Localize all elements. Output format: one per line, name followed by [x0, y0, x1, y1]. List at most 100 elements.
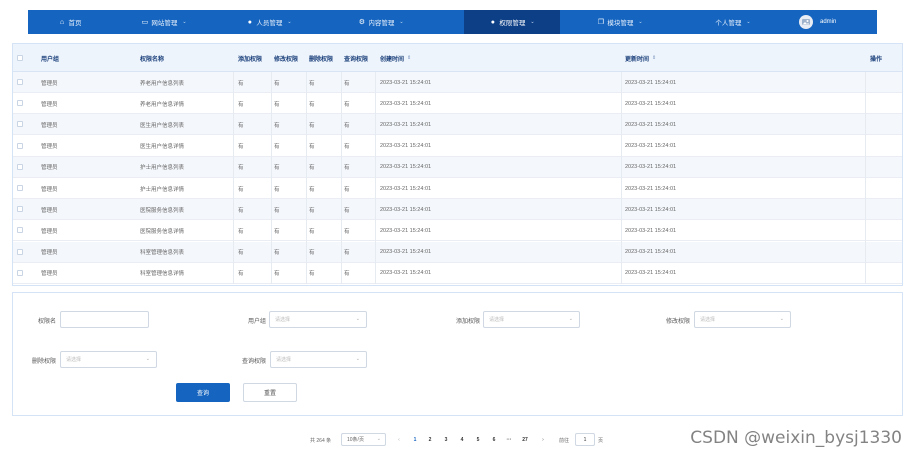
page-number[interactable]: 6	[489, 433, 499, 446]
cell-updated: 2023-03-21 15:24:01	[625, 227, 677, 234]
nav-item[interactable]: ⌂ 首页	[28, 10, 112, 34]
page-number[interactable]: 2	[425, 433, 435, 446]
cell-created: 2023-03-21 15:24:01	[380, 270, 432, 277]
table-row[interactable]: 管理员 科室管理信息详情 有 有 有 有 2023-03-21 15:24:01 2023-0…	[13, 263, 902, 284]
row-checkbox[interactable]	[17, 269, 23, 276]
nav-item-label: 模块管理	[607, 20, 634, 27]
goto-label: 前往	[559, 437, 570, 444]
table-row[interactable]: 管理员 养老用户信息详情 有 有 有 有 2023-03-21 15:24:01 2023-0…	[13, 93, 902, 115]
cell-perm-name: 医生用户信息列表	[140, 122, 185, 129]
table-row[interactable]: 管理员 医院服务信息详情 有 有 有 有 2023-03-21 15:24:01 2023-0…	[13, 220, 902, 242]
query-button[interactable]: 查询	[176, 383, 230, 402]
table-row[interactable]: 管理员 医生用户信息详情 有 有 有 有 2023-03-21 15:24:01 2023-0…	[13, 136, 902, 157]
page-number[interactable]: 4	[457, 433, 467, 446]
nav-item[interactable]: ● 权限管理 ⌄	[464, 10, 560, 34]
table-row[interactable]: 管理员 护士用户信息详情 有 有 有 有 2023-03-21 15:24:01 2023-0…	[13, 178, 902, 199]
goto-suffix: 页	[598, 437, 604, 444]
cell-add: 有	[238, 207, 244, 214]
cell-perm-name: 护士用户信息详情	[140, 186, 185, 193]
chevron-down-icon: ⌄	[182, 19, 187, 25]
cell-created: 2023-03-21 15:24:01	[380, 185, 432, 192]
cell-query: 有	[344, 80, 350, 87]
avatar[interactable]	[799, 15, 813, 29]
page-number[interactable]: 5	[473, 433, 483, 446]
row-checkbox[interactable]	[17, 206, 23, 213]
cell-created: 2023-03-21 15:24:01	[380, 100, 432, 107]
gear-icon: ⚙	[358, 18, 366, 26]
nav-item[interactable]: ⚙ 内容管理 ⌄	[326, 10, 436, 34]
perm-name-label: 权限名	[37, 319, 56, 325]
cell-user-group: 管理员	[41, 207, 58, 214]
edit-perm-select[interactable]: 请选择 ⌄	[694, 311, 791, 328]
watermark-text: CSDN @weixin_bysj1330	[690, 428, 902, 448]
row-checkbox[interactable]	[17, 142, 23, 149]
page-number[interactable]: 1	[410, 433, 420, 446]
sort-icon[interactable]: ⇕	[652, 55, 656, 61]
cell-updated: 2023-03-21 15:24:01	[625, 185, 677, 192]
nav-item[interactable]: ● 人员管理 ⌄	[218, 10, 320, 34]
delete-perm-select[interactable]: 请选择 ⌄	[60, 351, 157, 368]
cell-user-group: 管理员	[41, 144, 58, 151]
cell-user-group: 管理员	[41, 80, 58, 87]
top-navigation: ⌂ 首页 ▭ 网站管理 ⌄ ● 人员管理 ⌄ ⚙ 内容管理 ⌄ ● 权限管理 ⌄ ❐ 模块管理 ⌄ 个人管理 ⌄ ad…	[0, 0, 917, 34]
cell-user-group: 管理员	[41, 271, 58, 278]
cell-edit: 有	[274, 250, 280, 257]
cell-edit: 有	[274, 165, 280, 172]
header-updated-label: 更新时间	[625, 56, 650, 63]
table-row[interactable]: 管理员 护士用户信息列表 有 有 有 有 2023-03-21 15:24:01 2023-0…	[13, 156, 902, 178]
user-group-select[interactable]: 请选择 ⌄	[269, 311, 367, 328]
query-perm-select[interactable]: 请选择 ⌄	[270, 351, 367, 368]
goto-page-input[interactable]: 1	[575, 433, 595, 446]
row-checkbox[interactable]	[17, 163, 23, 170]
chevron-down-icon: ⌄	[355, 316, 360, 322]
page-number[interactable]: 27	[520, 433, 530, 446]
table-row[interactable]: 管理员 医生用户信息列表 有 有 有 有 2023-03-21 15:24:01 2023-0…	[13, 114, 902, 136]
nav-item-label: 内容管理	[368, 20, 395, 27]
cell-perm-name: 医院服务信息列表	[140, 207, 185, 214]
cell-add: 有	[238, 101, 244, 108]
page-size-value: 10条/页	[347, 437, 364, 443]
page-ellipsis[interactable]: ···	[504, 433, 514, 446]
sort-icon[interactable]: ⇕	[407, 55, 411, 61]
page-size-select[interactable]: 10条/页 ⌄	[341, 433, 386, 446]
header-user-group: 用户组	[41, 56, 60, 63]
nav-item[interactable]: ❐ 模块管理 ⌄	[566, 10, 674, 34]
nav-item[interactable]: 个人管理 ⌄	[678, 10, 788, 34]
page-number[interactable]: 3	[441, 433, 451, 446]
cell-delete: 有	[309, 207, 315, 214]
row-checkbox[interactable]	[17, 227, 23, 234]
cell-add: 有	[238, 271, 244, 278]
nav-item[interactable]: ▭ 网站管理 ⌄	[118, 10, 210, 34]
username-label[interactable]: admin	[820, 10, 836, 34]
cell-created: 2023-03-21 15:24:01	[380, 164, 432, 171]
cell-add: 有	[238, 250, 244, 257]
cell-user-group: 管理员	[41, 250, 58, 257]
header-created[interactable]: 创建时间 ⇕	[380, 44, 411, 72]
table-row[interactable]: 管理员 医院服务信息列表 有 有 有 有 2023-03-21 15:24:01 2023-0…	[13, 199, 902, 221]
table-row[interactable]: 管理员 养老用户信息列表 有 有 有 有 2023-03-21 15:24:01 2023-0…	[13, 72, 902, 93]
row-checkbox[interactable]	[17, 100, 23, 107]
table-row[interactable]: 管理员 科室管理信息列表 有 有 有 有 2023-03-21 15:24:01 2023-0…	[13, 241, 902, 263]
edit-perm-label: 修改权限	[665, 319, 690, 325]
header-ops: 操作	[870, 56, 883, 63]
reset-button[interactable]: 重置	[243, 383, 297, 402]
cell-created: 2023-03-21 15:24:01	[380, 227, 432, 234]
chevron-down-icon: ⌄	[779, 316, 784, 322]
cell-user-group: 管理员	[41, 165, 58, 172]
select-all-checkbox[interactable]	[17, 55, 23, 61]
delete-perm-placeholder: 请选择	[66, 357, 82, 363]
row-checkbox[interactable]	[17, 248, 23, 255]
add-perm-label: 添加权限	[455, 319, 480, 325]
cell-query: 有	[344, 207, 350, 214]
cell-edit: 有	[274, 80, 280, 87]
next-page-button[interactable]: ›	[538, 433, 548, 446]
row-checkbox[interactable]	[17, 79, 23, 85]
header-edit: 修改权限	[274, 56, 299, 63]
row-checkbox[interactable]	[17, 121, 23, 128]
prev-page-button[interactable]: ‹	[394, 433, 404, 446]
table-header: 用户组 权限名称 添加权限 修改权限 删除权限 查询权限 创建时间 ⇕ 更新时间…	[13, 44, 902, 72]
add-perm-select[interactable]: 请选择 ⌄	[483, 311, 580, 328]
header-updated[interactable]: 更新时间 ⇕	[625, 44, 656, 72]
perm-name-input[interactable]	[60, 311, 149, 328]
row-checkbox[interactable]	[17, 185, 23, 191]
